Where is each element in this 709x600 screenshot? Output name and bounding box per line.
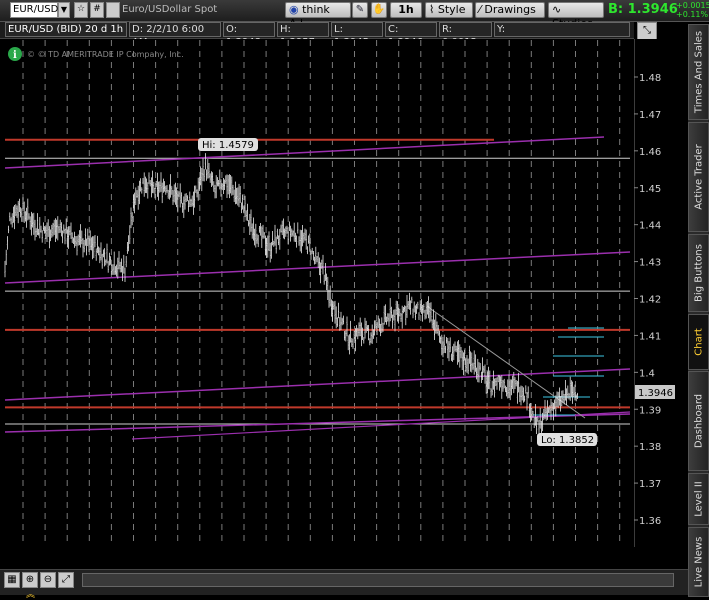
y-tick-label: 1.37 [639,479,661,490]
sidebar-tab-label: Chart [693,328,704,356]
y-tick-label: 1.48 [639,73,661,84]
symbol-dropdown-button[interactable]: ▼ [58,2,70,18]
y-tick-label: 1.41 [639,331,661,342]
think-ai-button[interactable]: ◉ think A.I. [285,2,351,30]
y-tick-label: 1.39 [639,405,661,416]
svg-text:Lo: 1.3852: Lo: 1.3852 [541,435,594,446]
sidebar-tab-label: Active Trader [693,144,704,210]
bottom-bar: ▦ ⊕ ⊖ ⤢ ︽ [0,569,688,600]
drawings-label: Drawings [484,3,536,16]
tools-icon[interactable]: ✎ [352,2,368,18]
sidebar-tab-level-ii[interactable]: Level II [688,473,709,525]
hash-button[interactable]: # [90,2,104,18]
bid-price: B: 1.3946 [608,2,678,17]
sidebar-tab-label: Big Buttons [693,244,704,302]
ohlc-info-bar: EUR/USD (BID) 20 d 1h D: 2/2/10 6:00 AM … [0,22,634,48]
sidebar-tab-dashboard[interactable]: Dashboard [688,371,709,471]
copyright-text: © © TD AMERITRADE IP Company, Inc. [27,50,184,59]
y-tick-label: 1.47 [639,110,661,121]
style-label: Style [437,3,466,16]
y-tick-label: 1.42 [639,295,661,306]
bar-range: R: 0.0012 [439,22,492,48]
bar-date: D: 2/2/10 6:00 AM [129,22,221,48]
main-toolbar: EUR/USD ▼ ☆ # Euro/USDollar Spot ◉ think… [0,0,709,30]
right-sidebar: Times And Sales Active Trader Big Buttons C… [688,24,709,597]
price-change: +0.0015 +0.11% [676,1,709,19]
studies-icon: ∿ [552,3,562,16]
timeframe-button[interactable]: 1h [390,2,422,18]
zoom-out-icon[interactable]: ⊖ [40,572,56,588]
sidebar-tab-times-and-sales[interactable]: Times And Sales [688,24,709,120]
chart-title: EUR/USD (BID) 20 d 1h [5,22,127,37]
lo-label: Lo: 1.3852 [537,433,597,446]
drawings-button[interactable]: ⁄ Drawings [475,2,545,18]
hand-icon[interactable]: ✋ [371,2,387,18]
sidebar-tab-label: Live News [693,536,704,588]
price-axis[interactable]: 1.48 1.47 1.46 1.45 1.44 1.43 1.42 1.41 1.4 1.39 1… [634,39,688,547]
y-tick-label: 1.36 [639,516,661,527]
last-price-marker: 1.3946 [635,385,675,399]
sidebar-tab-label: Level II [693,481,704,517]
y-tick-label: 1.45 [639,184,661,195]
bar-high: H: 1.3957 [277,22,329,48]
bar-open: O: 1.3948 [223,22,275,48]
svg-text:1.3946: 1.3946 [638,388,673,399]
change-absolute: +0.0015 [676,1,709,10]
symbol-description: Euro/USDollar Spot [122,4,218,15]
zoom-in-icon[interactable]: ⊕ [22,572,38,588]
price-chart[interactable]: TueThuSunWedFriTueThuSunWedFriTue Hi: 1.… [0,39,634,547]
style-icon: ⌇ [429,3,435,16]
style-button[interactable]: ⌇ Style [425,2,473,18]
chart-scrollbar[interactable] [82,573,674,587]
favorite-star-button[interactable]: ☆ [74,2,88,18]
svg-text:Hi: 1.4579: Hi: 1.4579 [202,140,254,151]
change-percent: +0.11% [676,10,709,19]
grid-icon[interactable]: ▦ [4,572,20,588]
sidebar-tab-label: Dashboard [693,393,704,449]
sidebar-tab-live-news[interactable]: Live News [688,527,709,597]
y-tick-label: 1.38 [639,442,661,453]
y-tick-label: 1.43 [639,258,661,269]
y-tick-label: 1.44 [639,221,661,232]
sidebar-tab-big-buttons[interactable]: Big Buttons [688,234,709,312]
drawings-icon: ⁄ [479,3,481,16]
crosshair-icon[interactable]: ⤢ [58,572,74,588]
bar-close: C: 1.3946 [385,22,437,48]
link-square-button[interactable] [106,2,120,18]
info-icon-glyph: i [13,50,17,61]
sidebar-tab-active-trader[interactable]: Active Trader [688,122,709,232]
y-tick-label: 1.4 [639,368,655,379]
sidebar-tab-chart[interactable]: Chart [688,314,709,370]
hi-label: Hi: 1.4579 [198,138,258,151]
sidebar-tab-label: Times And Sales [693,30,704,114]
y-tick-label: 1.46 [639,147,661,158]
symbol-input[interactable]: EUR/USD [10,2,58,18]
bar-low: L: 1.3945 [331,22,383,48]
think-ai-icon: ◉ [289,3,299,16]
bar-y-value: Y: [494,22,630,37]
studies-button[interactable]: ∿ Studies [548,2,604,30]
